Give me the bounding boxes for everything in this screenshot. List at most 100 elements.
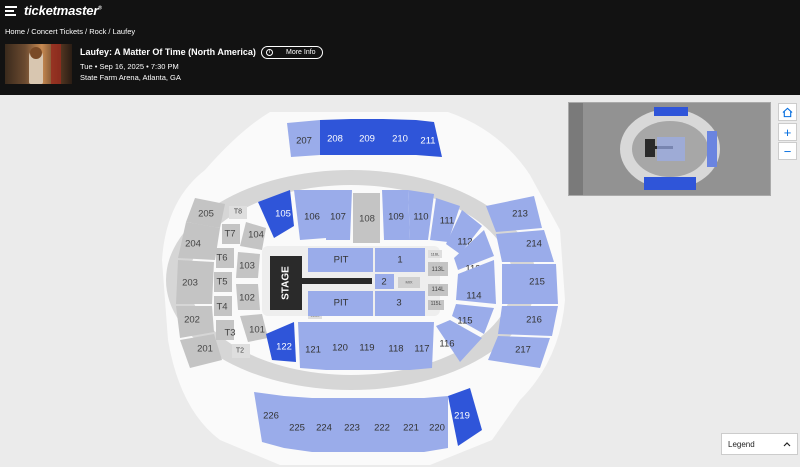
- svg-text:106: 106: [304, 212, 320, 223]
- pit-top[interactable]: PIT: [308, 248, 373, 272]
- suite-t8[interactable]: T8: [229, 206, 247, 219]
- home-icon: [782, 107, 793, 117]
- section-220[interactable]: 220: [424, 396, 448, 452]
- svg-text:T7: T7: [224, 229, 235, 240]
- section-222[interactable]: 222: [368, 398, 396, 452]
- section-109[interactable]: 109: [382, 190, 410, 240]
- svg-text:113L: 113L: [432, 267, 446, 273]
- svg-text:110: 110: [413, 212, 428, 223]
- section-118[interactable]: 118: [382, 322, 410, 370]
- svg-text:115L: 115L: [431, 301, 442, 307]
- svg-text:216: 216: [526, 315, 542, 326]
- svg-text:208: 208: [327, 134, 343, 145]
- suite-113l[interactable]: 113L: [428, 262, 448, 276]
- legend-toggle[interactable]: Legend: [721, 433, 798, 455]
- svg-text:225: 225: [289, 423, 305, 434]
- section-209[interactable]: 209: [351, 119, 383, 155]
- mini-map[interactable]: [568, 102, 771, 196]
- floor-section-1[interactable]: 1: [375, 248, 425, 272]
- floor-section-3[interactable]: 3: [375, 291, 425, 316]
- section-214[interactable]: 214: [496, 230, 554, 262]
- svg-text:T2: T2: [236, 348, 244, 355]
- reset-view-button[interactable]: [778, 103, 797, 121]
- svg-text:T4: T4: [216, 302, 227, 313]
- svg-text:202: 202: [184, 315, 200, 326]
- svg-text:111: 111: [440, 216, 454, 227]
- section-221[interactable]: 221: [396, 398, 424, 452]
- suite-t5[interactable]: T5: [214, 272, 232, 292]
- section-117[interactable]: 117: [410, 322, 434, 370]
- svg-text:201: 201: [197, 344, 213, 355]
- svg-text:MIX: MIX: [405, 280, 412, 285]
- svg-text:T3: T3: [224, 328, 235, 339]
- breadcrumb-laufey[interactable]: Laufey: [113, 27, 136, 36]
- section-207[interactable]: 207: [287, 120, 320, 157]
- svg-text:101: 101: [249, 325, 265, 336]
- zoom-in-button[interactable]: +: [778, 123, 797, 141]
- svg-text:3: 3: [396, 298, 401, 309]
- svg-text:213: 213: [512, 209, 528, 220]
- svg-text:107: 107: [330, 212, 346, 223]
- svg-text:121: 121: [305, 345, 321, 356]
- section-121[interactable]: 121: [298, 322, 326, 370]
- top-header: ticketmaster® Home / Concert Tickets / R…: [0, 0, 800, 95]
- svg-text:105: 105: [275, 209, 291, 220]
- breadcrumb-rock[interactable]: Rock: [89, 27, 106, 36]
- suite-t2[interactable]: T2: [232, 344, 250, 358]
- svg-text:104: 104: [248, 230, 264, 241]
- svg-text:108: 108: [359, 214, 375, 225]
- svg-text:114L: 114L: [432, 287, 446, 293]
- svg-text:103: 103: [239, 261, 255, 272]
- suite-114l[interactable]: 114L: [428, 284, 448, 296]
- svg-text:116L: 116L: [431, 252, 440, 257]
- ticketmaster-logo[interactable]: ticketmaster®: [24, 3, 102, 18]
- stage-runway: [300, 278, 372, 284]
- pit-bottom[interactable]: PIT: [308, 291, 373, 316]
- info-icon: i: [266, 49, 273, 56]
- svg-text:118: 118: [388, 344, 403, 355]
- svg-text:222: 222: [374, 423, 390, 434]
- section-225[interactable]: 225: [284, 396, 312, 452]
- svg-text:226: 226: [263, 411, 279, 422]
- section-208[interactable]: 208: [320, 119, 351, 155]
- section-107[interactable]: 107: [326, 190, 352, 240]
- breadcrumb-home[interactable]: Home: [5, 27, 25, 36]
- svg-text:115: 115: [457, 316, 472, 327]
- suite-t7[interactable]: T7: [222, 224, 240, 244]
- section-224[interactable]: 224: [312, 398, 340, 452]
- suite-115l[interactable]: 115L: [428, 300, 444, 310]
- section-120[interactable]: 120: [326, 322, 354, 370]
- stage: STAGE: [270, 256, 302, 310]
- suite-t3[interactable]: T3: [216, 320, 236, 340]
- section-102[interactable]: 102: [236, 284, 260, 310]
- section-216[interactable]: 216: [498, 306, 558, 336]
- suite-116l[interactable]: 116L: [428, 250, 442, 258]
- svg-text:102: 102: [239, 293, 255, 304]
- event-title: Laufey: A Matter Of Time (North America): [80, 47, 256, 57]
- svg-text:211: 211: [420, 136, 435, 147]
- section-215[interactable]: 215: [502, 264, 558, 304]
- more-info-button[interactable]: i More Info: [261, 46, 323, 59]
- svg-text:PIT: PIT: [334, 255, 349, 266]
- section-108[interactable]: 108: [353, 193, 380, 243]
- mini-map-canvas: [569, 103, 770, 195]
- breadcrumb-concert-tickets[interactable]: Concert Tickets: [31, 27, 83, 36]
- floor-section-2[interactable]: 2: [375, 274, 394, 289]
- event-venue: State Farm Arena, Atlanta, GA: [80, 73, 181, 82]
- svg-text:220: 220: [429, 423, 445, 434]
- zoom-out-button[interactable]: −: [778, 142, 797, 160]
- svg-text:224: 224: [316, 423, 332, 434]
- section-210[interactable]: 210: [383, 119, 416, 155]
- svg-text:117: 117: [414, 344, 429, 355]
- section-119[interactable]: 119: [354, 322, 382, 370]
- suite-t6[interactable]: T6: [216, 248, 234, 268]
- section-203[interactable]: 203: [176, 260, 214, 304]
- svg-text:STAGE: STAGE: [281, 266, 292, 300]
- section-103[interactable]: 103: [236, 252, 260, 278]
- svg-text:219: 219: [454, 411, 470, 422]
- event-thumbnail: [5, 44, 72, 84]
- suite-t4[interactable]: T4: [214, 296, 232, 316]
- section-223[interactable]: 223: [340, 398, 368, 452]
- svg-text:1: 1: [397, 255, 402, 266]
- menu-icon[interactable]: [5, 6, 17, 16]
